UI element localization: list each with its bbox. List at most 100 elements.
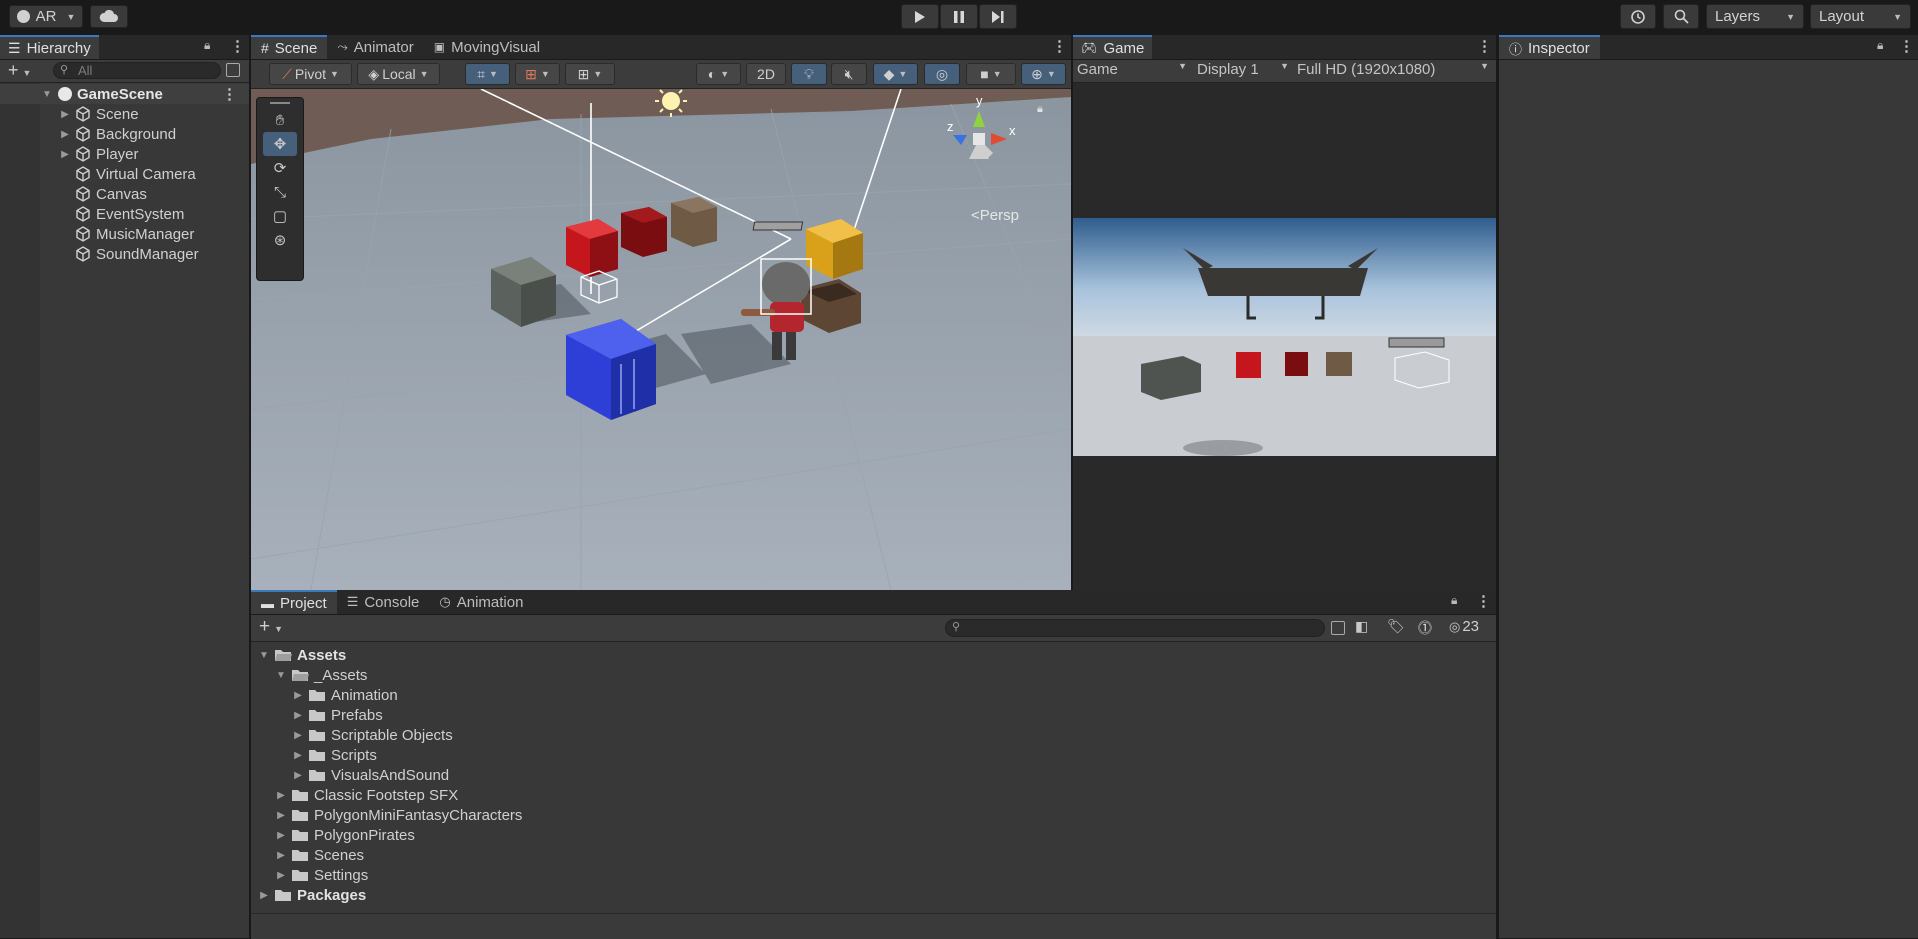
game-view[interactable]: [1073, 218, 1496, 456]
cloud-button[interactable]: [90, 5, 128, 28]
scene-viewport[interactable]: y x z 🔒︎ <Persp: [251, 89, 1071, 590]
tab-game[interactable]: 🎮︎ Game: [1073, 35, 1153, 59]
lock-icon[interactable]: 🔒︎: [204, 38, 210, 53]
chevron-right-icon[interactable]: ▶: [291, 710, 305, 721]
hierarchy-item[interactable]: ▶ Player: [0, 144, 249, 164]
chevron-right-icon[interactable]: ▶: [58, 129, 72, 140]
game-mode-dropdown[interactable]: Game ▼: [1077, 61, 1187, 78]
hierarchy-item[interactable]: Canvas: [0, 184, 249, 204]
project-search-field[interactable]: ⚲: [945, 619, 1325, 637]
chevron-right-icon[interactable]: ▶: [58, 149, 72, 160]
chevron-down-icon[interactable]: ▼: [274, 670, 288, 681]
project-folder-row[interactable]: ▼ Assets: [251, 645, 1496, 665]
more-options-icon[interactable]: ⋮: [1477, 37, 1492, 55]
grid-snap-button[interactable]: ⌗ ▼: [465, 63, 510, 85]
step-button[interactable]: [979, 4, 1017, 29]
more-options-icon[interactable]: ⋮: [1476, 592, 1491, 610]
chevron-right-icon[interactable]: ▶: [274, 790, 288, 801]
hierarchy-item[interactable]: EventSystem: [0, 204, 249, 224]
display-dropdown[interactable]: Display 1 ▼: [1197, 61, 1289, 78]
hidden-packages-button[interactable]: ◎ 23: [1449, 618, 1479, 635]
more-options-icon[interactable]: ⋮: [1899, 37, 1914, 55]
tab-hierarchy[interactable]: ☰ Hierarchy: [0, 35, 99, 59]
hand-tool[interactable]: ✋︎: [263, 108, 297, 132]
audio-toggle[interactable]: 🔇︎: [831, 63, 867, 85]
chevron-right-icon[interactable]: ▶: [58, 109, 72, 120]
chevron-right-icon[interactable]: ▶: [291, 750, 305, 761]
pivot-dropdown[interactable]: ⟋ Pivot ▼: [269, 63, 352, 85]
project-folder-row[interactable]: ▶ Scenes: [251, 845, 1496, 865]
gizmos-dropdown[interactable]: ⊕ ▼: [1021, 63, 1066, 85]
move-tool[interactable]: ✥: [263, 132, 297, 156]
search-by-label-icon[interactable]: 🏷︎: [1387, 618, 1405, 635]
create-asset-button[interactable]: + ▼: [259, 616, 283, 638]
project-folder-row[interactable]: ▶ VisualsAndSound: [251, 765, 1496, 785]
scene-visibility-toggle[interactable]: ◎: [924, 63, 960, 85]
tab-scene[interactable]: # Scene: [251, 35, 328, 59]
lock-icon[interactable]: 🔒︎: [1451, 593, 1457, 608]
tab-project[interactable]: ▬ Project: [251, 590, 337, 614]
project-folder-row[interactable]: ▶ Settings: [251, 865, 1496, 885]
perspective-label[interactable]: <Persp: [971, 207, 1019, 224]
hierarchy-item[interactable]: ▶ Scene: [0, 104, 249, 124]
account-dropdown[interactable]: AR ▼: [9, 5, 83, 28]
chevron-down-icon[interactable]: ▼: [257, 650, 271, 661]
project-folder-row[interactable]: ▶ Animation: [251, 685, 1496, 705]
local-dropdown[interactable]: ◈ Local ▼: [357, 63, 440, 85]
hierarchy-scene-row[interactable]: ▼ GameScene ⋮: [0, 84, 249, 104]
resolution-dropdown[interactable]: Full HD (1920x1080) ▼: [1297, 61, 1489, 78]
grid-visibility-button[interactable]: ⊞ ▼: [565, 63, 615, 85]
chevron-down-icon[interactable]: ▼: [40, 89, 54, 100]
project-folder-row[interactable]: ▶ PolygonMiniFantasyCharacters: [251, 805, 1496, 825]
lock-icon[interactable]: 🔒︎: [1877, 38, 1883, 53]
project-folder-row[interactable]: ▶ PolygonPirates: [251, 825, 1496, 845]
tab-console[interactable]: ☰ Console: [337, 590, 430, 614]
drag-handle-icon[interactable]: [270, 102, 290, 104]
rect-tool[interactable]: ▢: [263, 204, 297, 228]
hierarchy-search-field[interactable]: ⚲ All: [53, 62, 221, 79]
chevron-right-icon[interactable]: ▶: [291, 730, 305, 741]
chevron-right-icon[interactable]: ▶: [291, 690, 305, 701]
chevron-right-icon[interactable]: ▶: [274, 870, 288, 881]
search-options-icon[interactable]: [1331, 621, 1345, 635]
pause-button[interactable]: [940, 4, 978, 29]
tab-moving-visual[interactable]: ▣ MovingVisual: [424, 35, 550, 59]
more-options-icon[interactable]: ⋮: [222, 85, 237, 103]
draw-mode-dropdown[interactable]: ◐ ▼: [696, 63, 741, 85]
project-folder-row[interactable]: ▶ Classic Footstep SFX: [251, 785, 1496, 805]
transform-tool[interactable]: ⊛: [263, 228, 297, 252]
hierarchy-item[interactable]: SoundManager: [0, 244, 249, 264]
chevron-right-icon[interactable]: ▶: [257, 890, 271, 901]
chevron-right-icon[interactable]: ▶: [274, 810, 288, 821]
rotate-tool[interactable]: ⟳: [263, 156, 297, 180]
layers-dropdown[interactable]: Layers ▼: [1706, 4, 1804, 29]
project-folder-row[interactable]: ▶ Scriptable Objects: [251, 725, 1496, 745]
project-folder-row[interactable]: ▶ Packages: [251, 885, 1496, 905]
hierarchy-item[interactable]: ▶ Background: [0, 124, 249, 144]
add-button[interactable]: + ▼: [8, 60, 31, 81]
tab-inspector[interactable]: ⓘ Inspector: [1499, 35, 1600, 59]
search-options-icon[interactable]: [226, 63, 240, 77]
camera-dropdown[interactable]: ■ ▼: [966, 63, 1016, 85]
chevron-right-icon[interactable]: ▶: [291, 770, 305, 781]
scale-tool[interactable]: ⤡: [263, 180, 297, 204]
layout-dropdown[interactable]: Layout ▼: [1810, 4, 1911, 29]
chevron-right-icon[interactable]: ▶: [274, 830, 288, 841]
effects-dropdown[interactable]: ◆ ▼: [873, 63, 918, 85]
orientation-gizmo[interactable]: y x z: [939, 93, 1019, 179]
chevron-right-icon[interactable]: ▶: [274, 850, 288, 861]
project-folder-row[interactable]: ▼ _Assets: [251, 665, 1496, 685]
project-folder-row[interactable]: ▶ Prefabs: [251, 705, 1496, 725]
hierarchy-item[interactable]: Virtual Camera: [0, 164, 249, 184]
more-options-icon[interactable]: ⋮: [230, 37, 245, 55]
history-button[interactable]: [1620, 4, 1656, 29]
increment-snap-button[interactable]: ⊞ ▼: [515, 63, 560, 85]
gizmo-lock-icon[interactable]: 🔒︎: [1037, 103, 1043, 116]
play-button[interactable]: [901, 4, 939, 29]
search-button[interactable]: [1663, 4, 1699, 29]
warning-filter-icon[interactable]: ⓵: [1418, 618, 1432, 638]
search-by-type-icon[interactable]: ◧: [1355, 618, 1368, 635]
project-folder-row[interactable]: ▶ Scripts: [251, 745, 1496, 765]
more-options-icon[interactable]: ⋮: [1052, 37, 1067, 55]
toggle-2d-button[interactable]: 2D: [746, 63, 786, 85]
